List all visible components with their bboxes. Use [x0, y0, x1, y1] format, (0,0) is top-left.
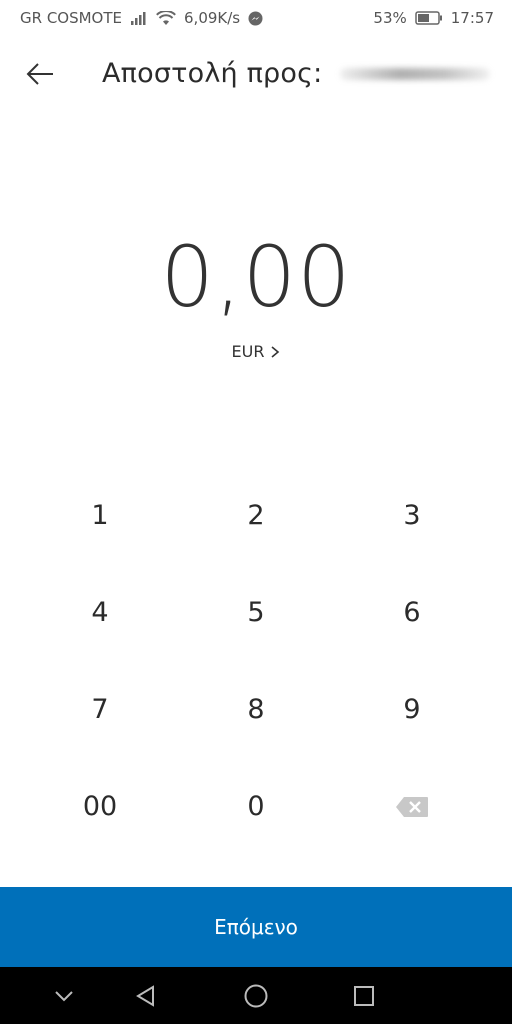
chevron-right-icon: [271, 345, 280, 358]
key-2[interactable]: 2: [178, 467, 334, 564]
numeric-keypad: 1 2 3 4 5 6 7 8 9 00 0: [22, 467, 490, 855]
square-recents-icon: [354, 986, 374, 1006]
chevron-down-icon: [55, 991, 73, 1002]
page-title: Αποστολή προς:: [102, 58, 323, 89]
back-button[interactable]: [20, 56, 60, 92]
backspace-icon: [396, 796, 428, 817]
recipient-name-redacted: [340, 68, 490, 80]
currency-label: EUR: [231, 342, 265, 361]
carrier-label: GR COSMOTE: [20, 9, 123, 27]
status-left: GR COSMOTE 6,09K/s: [20, 9, 263, 27]
nav-recents-button[interactable]: [349, 981, 379, 1011]
status-bar: GR COSMOTE 6,09K/s 53% 17:57: [0, 0, 512, 36]
nav-home-button[interactable]: [241, 981, 271, 1011]
header: Αποστολή προς:: [0, 46, 512, 102]
currency-selector[interactable]: EUR: [0, 342, 512, 361]
network-speed: 6,09K/s: [184, 9, 241, 27]
key-3[interactable]: 3: [334, 467, 490, 564]
signal-icon: [130, 11, 148, 25]
key-00[interactable]: 00: [22, 758, 178, 855]
battery-percent: 53%: [373, 9, 407, 27]
triangle-back-icon: [136, 985, 154, 1007]
key-9[interactable]: 9: [334, 661, 490, 758]
system-nav-bar: [0, 967, 512, 1024]
messenger-icon: [248, 11, 263, 26]
nav-hide-button[interactable]: [49, 981, 79, 1011]
clock: 17:57: [450, 9, 494, 27]
battery-icon: [415, 11, 443, 25]
circle-home-icon: [244, 984, 268, 1008]
key-4[interactable]: 4: [22, 564, 178, 661]
wifi-icon: [156, 10, 176, 26]
key-0[interactable]: 0: [178, 758, 334, 855]
key-1[interactable]: 1: [22, 467, 178, 564]
key-7[interactable]: 7: [22, 661, 178, 758]
key-6[interactable]: 6: [334, 564, 490, 661]
key-8[interactable]: 8: [178, 661, 334, 758]
nav-back-button[interactable]: [131, 981, 161, 1011]
next-button[interactable]: Επόμενο: [0, 887, 512, 967]
amount-display: 0,00: [160, 228, 352, 326]
backspace-key[interactable]: [334, 758, 490, 855]
send-money-screen: GR COSMOTE 6,09K/s 53% 17:57 Αποστολή πρ…: [0, 0, 512, 1024]
status-right: 53% 17:57: [373, 9, 494, 27]
arrow-left-icon: [26, 63, 53, 85]
key-5[interactable]: 5: [178, 564, 334, 661]
